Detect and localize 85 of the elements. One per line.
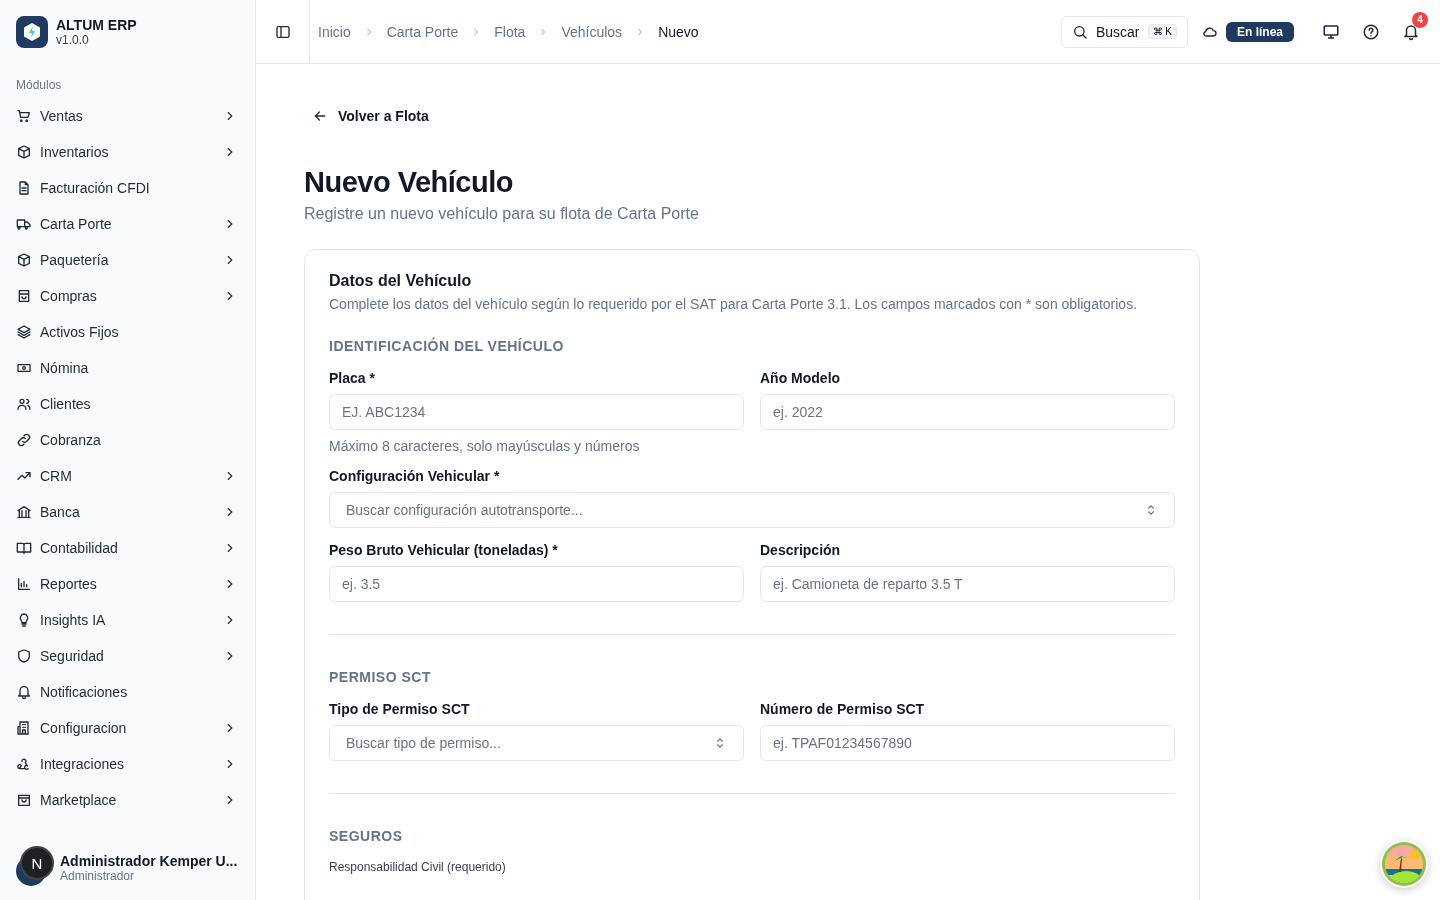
app-version: v1.0.0 xyxy=(56,33,90,47)
user-avatar[interactable]: N xyxy=(20,846,54,880)
sidebar-item[interactable]: Facturación CFDI xyxy=(16,170,239,206)
section-heading: SEGUROS xyxy=(329,828,404,844)
monitor-icon[interactable] xyxy=(1322,22,1340,41)
breadcrumb-link[interactable]: Inicio xyxy=(318,23,351,40)
sidebar-item[interactable]: Activos Fijos xyxy=(16,314,239,350)
app-name: ALTUM ERP xyxy=(56,17,137,33)
sidebar-item[interactable]: Banca xyxy=(16,494,239,530)
user-name: Administrador Kemper U... xyxy=(60,853,238,869)
card-title: Datos del Vehículo xyxy=(329,272,473,290)
field-label: Placa * xyxy=(329,370,376,386)
breadcrumb-link[interactable]: Nuevo xyxy=(658,23,699,40)
logo-icon xyxy=(16,16,48,48)
notification-count: 4 xyxy=(1412,11,1428,28)
sidebar-item[interactable]: Clientes xyxy=(16,386,239,422)
input-field[interactable]: EJ. ABC1234 xyxy=(329,394,744,430)
sidebar-item[interactable]: Compras xyxy=(16,278,239,314)
truck-icon xyxy=(16,216,32,232)
status-badge: En línea xyxy=(1226,21,1294,42)
search-icon xyxy=(1071,23,1088,40)
help-icon[interactable] xyxy=(1362,22,1380,41)
box-icon xyxy=(16,252,32,268)
breadcrumb-link[interactable]: Carta Porte xyxy=(386,23,459,40)
bank-icon xyxy=(16,504,32,520)
input-field[interactable]: ej. TPAF01234567890 xyxy=(760,725,1175,761)
input-field[interactable]: ej. 2022 xyxy=(760,394,1175,430)
subsection-label: Responsabilidad Civil (requerido) xyxy=(329,860,507,874)
card-description: Complete los datos del vehículo según lo requerido por el SAT para Carta Porte 3.1. Los campos marcados con * son obligatorios. xyxy=(329,296,1139,312)
select-field[interactable]: Buscar configuración autotransporte... xyxy=(329,492,1175,528)
sidebar-item[interactable]: Seguridad xyxy=(16,638,239,674)
bag-icon xyxy=(16,288,32,304)
field-label: Peso Bruto Vehicular (toneladas) * xyxy=(329,542,559,558)
field-label: Año Modelo xyxy=(760,370,842,386)
sidebar-toggle-icon[interactable] xyxy=(274,23,291,40)
box-icon xyxy=(16,144,32,160)
field-hint: Máximo 8 caracteres, solo mayúsculas y números xyxy=(329,438,641,454)
sidebar-item[interactable]: Contabilidad xyxy=(16,530,239,566)
sidebar-item[interactable]: Inventarios xyxy=(16,134,239,170)
page-title: Nuevo Vehículo xyxy=(304,166,514,199)
sidebar-item[interactable]: Notificaciones xyxy=(16,674,239,710)
back-link[interactable]: Volver a Flota xyxy=(312,108,429,124)
users-icon xyxy=(16,396,32,412)
document-icon xyxy=(16,180,32,196)
book-icon xyxy=(16,540,32,556)
select-field[interactable]: Buscar tipo de permiso... xyxy=(329,725,744,761)
breadcrumb-link[interactable]: Flota xyxy=(494,23,526,40)
sidebar-item[interactable]: Nómina xyxy=(16,350,239,386)
layers-icon xyxy=(16,324,32,340)
sidebar-item[interactable]: CRM xyxy=(16,458,239,494)
field-label: Tipo de Permiso SCT xyxy=(329,701,471,717)
sidebar-item[interactable]: Marketplace xyxy=(16,782,239,818)
section-label: Módulos xyxy=(15,77,63,94)
field-label: Descripción xyxy=(760,542,842,558)
sidebar-item[interactable]: Integraciones xyxy=(16,746,239,782)
link-icon xyxy=(16,432,32,448)
keyboard-shortcut: ⌘ K xyxy=(1147,24,1177,39)
page-subtitle: Registre un nuevo vehículo para su flota de Carta Porte xyxy=(304,205,700,223)
sidebar-item[interactable]: Carta Porte xyxy=(16,206,239,242)
sidebar-item[interactable]: Insights IA xyxy=(16,602,239,638)
input-field[interactable]: ej. Camioneta de reparto 3.5 T xyxy=(760,566,1175,602)
search-label: Buscar xyxy=(1095,23,1140,40)
input-field[interactable]: ej. 3.5 xyxy=(329,566,744,602)
sidebar-item[interactable]: Cobranza xyxy=(16,422,239,458)
webhook-icon xyxy=(16,756,32,772)
search-button[interactable]: Buscar ⌘ K xyxy=(1060,15,1188,48)
bell-icon[interactable] xyxy=(1402,22,1420,41)
sidebar-item[interactable]: Ventas xyxy=(16,98,239,134)
sidebar-item[interactable]: Reportes xyxy=(16,566,239,602)
building-icon xyxy=(16,720,32,736)
section-heading: PERMISO SCT xyxy=(329,669,432,685)
breadcrumb-link[interactable]: Vehículos xyxy=(561,23,623,40)
sidebar-item[interactable]: Paquetería xyxy=(16,242,239,278)
sidebar-item[interactable]: Configuracion xyxy=(16,710,239,746)
user-role: Administrador xyxy=(60,869,136,883)
bar-chart-icon xyxy=(16,576,32,592)
field-label: Número de Permiso SCT xyxy=(760,701,926,717)
section-heading: IDENTIFICACIÓN DEL VEHÍCULO xyxy=(329,338,565,354)
assistant-button[interactable] xyxy=(1380,840,1428,888)
shield-icon xyxy=(16,648,32,664)
field-label: Configuración Vehicular * xyxy=(329,468,501,484)
arrow-left-icon xyxy=(312,108,328,124)
bell-icon xyxy=(16,684,32,700)
cart-icon xyxy=(16,108,32,124)
bag-icon xyxy=(16,792,32,808)
